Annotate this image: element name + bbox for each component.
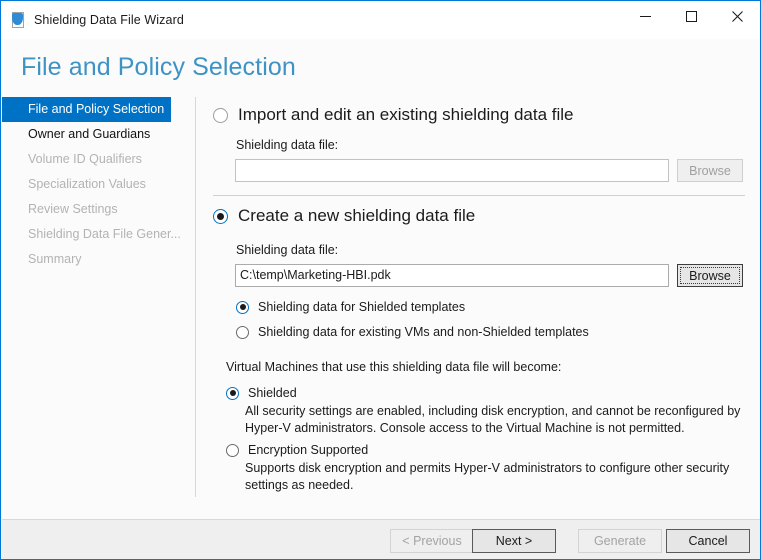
sidebar-item-label: Specialization Values	[28, 177, 146, 191]
minimize-icon[interactable]	[622, 1, 668, 32]
create-browse-label: Browse	[689, 268, 731, 283]
sidebar-item-owner-and-guardians[interactable]: Owner and Guardians	[2, 122, 195, 147]
shielded-radio[interactable]	[226, 386, 239, 400]
shielded-templates-radio[interactable]	[236, 300, 249, 314]
create-file-row: C:\temp\Marketing-HBI.pdk Browse	[235, 264, 743, 287]
sidebar-item-label: Owner and Guardians	[28, 127, 151, 141]
window-controls	[622, 1, 760, 32]
import-browse-button: Browse	[677, 159, 743, 182]
encryption-supported-description-line2: settings as needed.	[245, 478, 354, 492]
title-bar: Shielding Data File Wizard	[1, 1, 760, 39]
wizard-steps-sidebar: File and Policy Selection Owner and Guar…	[2, 97, 196, 497]
create-browse-button[interactable]: Browse	[677, 264, 743, 287]
sidebar-item-file-and-policy-selection[interactable]: File and Policy Selection	[2, 97, 171, 122]
vm-become-label: Virtual Machines that use this shielding…	[226, 360, 562, 374]
sidebar-item-volume-id-qualifiers: Volume ID Qualifiers	[2, 147, 195, 172]
existing-vms-label: Shielding data for existing VMs and non-…	[258, 325, 589, 339]
import-existing-radio-option[interactable]: Import and edit an existing shielding da…	[213, 105, 573, 125]
close-icon[interactable]	[714, 1, 760, 32]
encryption-supported-description-line1: Supports disk encryption and permits Hyp…	[245, 461, 730, 475]
shielded-templates-label: Shielding data for Shielded templates	[258, 300, 466, 314]
shielded-label: Shielded	[248, 386, 297, 400]
encryption-supported-radio[interactable]	[226, 443, 239, 457]
previous-button: < Previous	[390, 529, 474, 553]
import-existing-label: Import and edit an existing shielding da…	[238, 105, 574, 124]
sidebar-item-label: Volume ID Qualifiers	[28, 152, 142, 166]
page-title: File and Policy Selection	[21, 53, 296, 81]
section-divider	[213, 195, 745, 196]
generate-button: Generate	[578, 529, 662, 553]
import-file-label: Shielding data file:	[236, 138, 339, 152]
wizard-window: Shielding Data File Wizard File and Poli…	[0, 0, 761, 560]
shield-document-icon	[10, 12, 26, 28]
encryption-supported-description: Supports disk encryption and permits Hyp…	[245, 460, 745, 494]
create-new-radio-option[interactable]: Create a new shielding data file	[213, 206, 475, 226]
shielding-data-existing-vms-option[interactable]: Shielding data for existing VMs and non-…	[236, 325, 589, 339]
existing-vms-radio[interactable]	[236, 325, 249, 339]
sidebar-item-specialization-values: Specialization Values	[2, 172, 195, 197]
maximize-icon[interactable]	[668, 1, 714, 32]
cancel-button[interactable]: Cancel	[666, 529, 750, 553]
create-new-label: Create a new shielding data file	[238, 206, 476, 225]
shielding-data-shielded-templates-option[interactable]: Shielding data for Shielded templates	[236, 300, 465, 314]
encryption-supported-label: Encryption Supported	[248, 443, 369, 457]
next-button[interactable]: Next >	[472, 529, 556, 553]
window-title: Shielding Data File Wizard	[34, 13, 184, 27]
shielded-description-line2: Hyper-V administrators. Console access t…	[245, 421, 685, 435]
import-file-row: Browse	[235, 159, 743, 182]
sidebar-item-shielding-data-file-generation: Shielding Data File Gener...	[2, 222, 195, 247]
footer-bar: < Previous Next > Generate Cancel	[2, 519, 760, 559]
sidebar-item-summary: Summary	[2, 247, 195, 272]
create-file-input[interactable]: C:\temp\Marketing-HBI.pdk	[235, 264, 669, 287]
sidebar-item-label: File and Policy Selection	[28, 102, 165, 116]
encryption-supported-security-option[interactable]: Encryption Supported	[226, 443, 368, 457]
sidebar-item-label: Summary	[28, 252, 82, 266]
shielded-description-line1: All security settings are enabled, inclu…	[245, 404, 741, 418]
create-file-label: Shielding data file:	[236, 243, 339, 257]
sidebar-item-label: Shielding Data File Gener...	[28, 227, 181, 241]
shielded-security-option[interactable]: Shielded	[226, 386, 297, 400]
create-new-radio[interactable]	[213, 208, 228, 224]
sidebar-item-review-settings: Review Settings	[2, 197, 195, 222]
import-existing-radio[interactable]	[213, 107, 228, 123]
sidebar-item-label: Review Settings	[28, 202, 118, 216]
main-content: Import and edit an existing shielding da…	[197, 97, 760, 497]
shielded-description: All security settings are enabled, inclu…	[245, 403, 745, 437]
import-file-input[interactable]	[235, 159, 669, 182]
